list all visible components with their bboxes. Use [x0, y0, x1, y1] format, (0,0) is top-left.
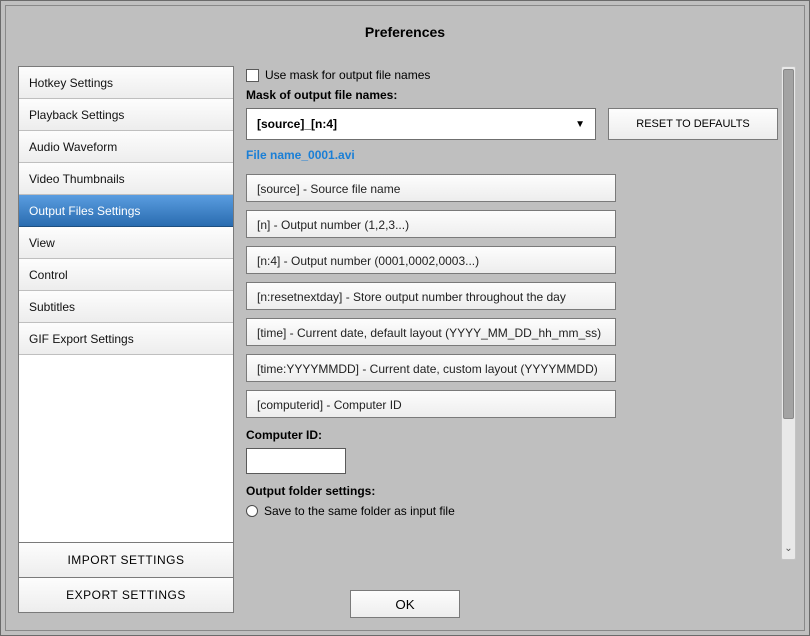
nav-control[interactable]: Control — [19, 259, 233, 291]
nav-hotkey-settings[interactable]: Hotkey Settings — [19, 67, 233, 99]
output-folder-label: Output folder settings: — [246, 484, 778, 498]
token-computerid[interactable]: [computerid] - Computer ID — [246, 390, 616, 418]
nav-playback-settings[interactable]: Playback Settings — [19, 99, 233, 131]
nav-gif-export-settings[interactable]: GIF Export Settings — [19, 323, 233, 355]
token-source[interactable]: [source] - Source file name — [246, 174, 616, 202]
ok-button[interactable]: OK — [350, 590, 460, 618]
computer-id-label: Computer ID: — [246, 428, 778, 442]
computer-id-input[interactable] — [246, 448, 346, 474]
token-n[interactable]: [n] - Output number (1,2,3...) — [246, 210, 616, 238]
nav-video-thumbnails[interactable]: Video Thumbnails — [19, 163, 233, 195]
page-title: Preferences — [6, 6, 804, 60]
import-settings-button[interactable]: IMPORT SETTINGS — [18, 542, 234, 578]
nav-audio-waveform[interactable]: Audio Waveform — [19, 131, 233, 163]
save-same-folder-label: Save to the same folder as input file — [264, 504, 455, 518]
reset-defaults-button[interactable]: RESET TO DEFAULTS — [608, 108, 778, 140]
filename-preview: File name_0001.avi — [246, 148, 778, 162]
nav-subtitles[interactable]: Subtitles — [19, 291, 233, 323]
chevron-down-icon: ▼ — [575, 119, 585, 130]
use-mask-checkbox[interactable] — [246, 69, 259, 82]
mask-combobox[interactable]: [source]_[n:4] ▼ — [246, 108, 596, 140]
token-nresetnextday[interactable]: [n:resetnextday] - Store output number t… — [246, 282, 616, 310]
token-n4[interactable]: [n:4] - Output number (0001,0002,0003...… — [246, 246, 616, 274]
mask-label: Mask of output file names: — [246, 88, 778, 102]
token-time[interactable]: [time] - Current date, default layout (Y… — [246, 318, 616, 346]
scroll-down-icon[interactable]: ⌄ — [783, 543, 794, 557]
use-mask-label: Use mask for output file names — [265, 68, 430, 82]
nav-view[interactable]: View — [19, 227, 233, 259]
mask-value: [source]_[n:4] — [257, 117, 337, 131]
preferences-nav: Hotkey Settings Playback Settings Audio … — [18, 66, 234, 550]
token-time-format[interactable]: [time:YYYYMMDD] - Current date, custom l… — [246, 354, 616, 382]
output-files-panel: Use mask for output file names Mask of o… — [246, 66, 778, 560]
scrollbar-thumb[interactable] — [783, 69, 794, 419]
nav-output-files-settings[interactable]: Output Files Settings — [19, 195, 233, 227]
scrollbar[interactable]: ⌄ — [781, 66, 796, 560]
save-same-folder-radio[interactable] — [246, 505, 258, 517]
